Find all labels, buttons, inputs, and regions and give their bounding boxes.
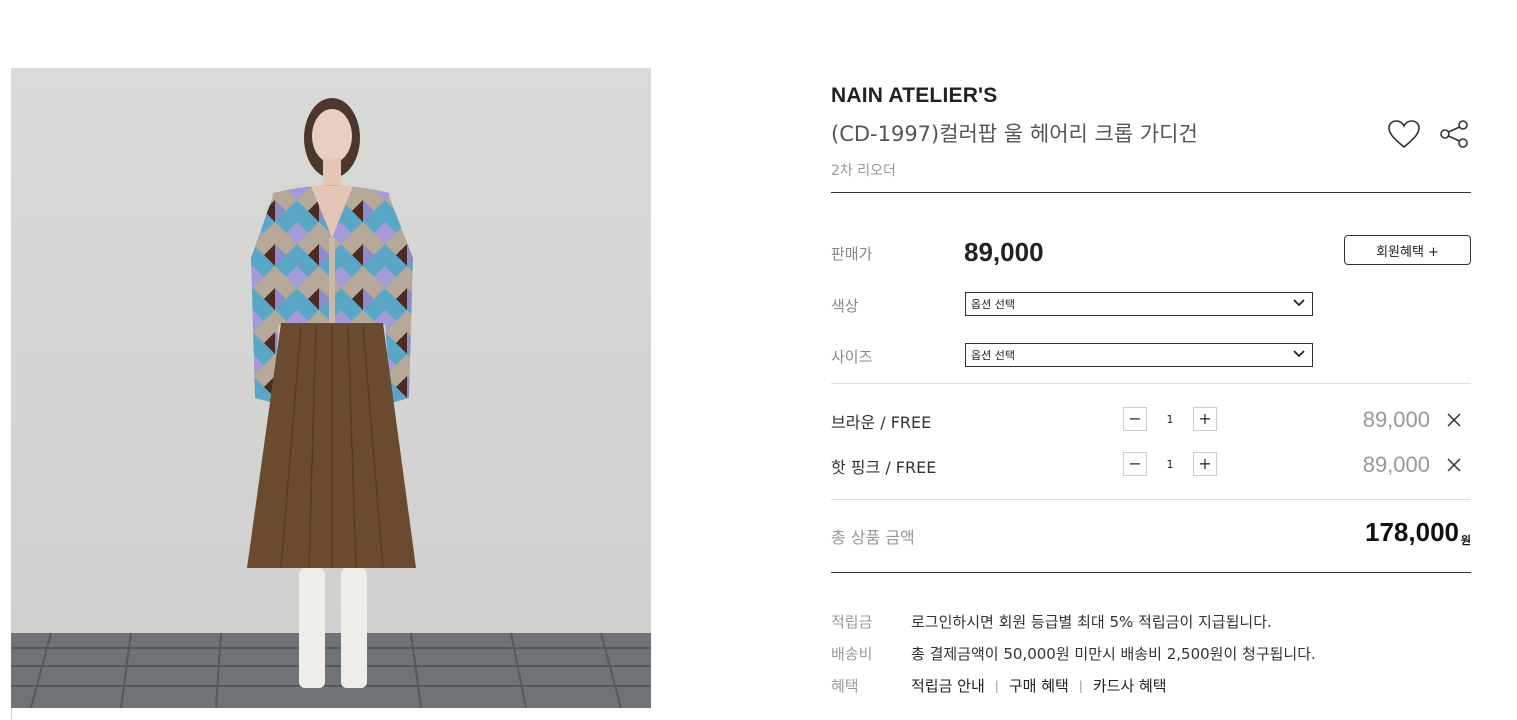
quantity-value[interactable]: 1: [1147, 413, 1193, 426]
size-select-value: 옵션 선택: [971, 349, 1015, 362]
total-label: 총 상품 금액: [831, 528, 915, 547]
quantity-value[interactable]: 1: [1147, 458, 1193, 471]
separator: |: [1078, 678, 1083, 693]
product-info-panel: NAIN ATELIER'S (CD-1997)컬러팝 울 헤어리 크롭 가디건…: [831, 80, 1471, 695]
selected-item-name: 브라운 / FREE: [831, 413, 932, 432]
purchase-benefit-link[interactable]: 구매 혜택: [1009, 675, 1069, 696]
size-label: 사이즈: [831, 348, 873, 366]
color-select[interactable]: 옵션 선택: [965, 292, 1313, 316]
points-guide-link[interactable]: 적립금 안내: [911, 675, 985, 696]
close-icon[interactable]: [1447, 412, 1461, 431]
total-unit: 원: [1460, 534, 1471, 547]
selected-item-price: 89,000: [1362, 452, 1430, 477]
member-benefit-button[interactable]: 회원혜택 +: [1344, 235, 1471, 265]
divider: [11, 708, 12, 720]
benefit-label: 혜택: [831, 677, 859, 695]
decrease-button[interactable]: −: [1123, 407, 1147, 431]
share-icon[interactable]: [1439, 118, 1471, 154]
divider: [831, 499, 1471, 500]
product-image: [11, 68, 651, 708]
price-value: 89,000: [964, 237, 1044, 267]
price-label: 판매가: [831, 245, 873, 263]
color-label: 색상: [831, 297, 859, 315]
card-benefit-link[interactable]: 카드사 혜택: [1093, 675, 1167, 696]
separator: |: [994, 678, 999, 693]
increase-button[interactable]: +: [1193, 452, 1217, 476]
product-title: (CD-1997)컬러팝 울 헤어리 크롭 가디건: [831, 122, 1198, 146]
product-subtitle: 2차 리오더: [831, 163, 896, 179]
divider: [831, 383, 1471, 384]
benefit-links: 적립금 안내 | 구매 혜택 | 카드사 혜택: [911, 675, 1167, 696]
size-select[interactable]: 옵션 선택: [965, 343, 1313, 367]
points-label: 적립금: [831, 613, 873, 631]
decrease-button[interactable]: −: [1123, 452, 1147, 476]
color-select-value: 옵션 선택: [971, 298, 1015, 311]
increase-button[interactable]: +: [1193, 407, 1217, 431]
selected-item-name: 핫 핑크 / FREE: [831, 458, 937, 477]
chevron-down-icon: [1292, 347, 1306, 364]
points-text: 로그인하시면 회원 등급별 최대 5% 적립금이 지급됩니다.: [911, 613, 1272, 631]
divider: [831, 192, 1471, 193]
heart-icon[interactable]: [1387, 119, 1421, 153]
close-icon[interactable]: [1447, 457, 1461, 476]
chevron-down-icon: [1292, 296, 1306, 313]
shipping-text: 총 결제금액이 50,000원 미만시 배송비 2,500원이 청구됩니다.: [911, 645, 1316, 663]
quantity-stepper: − 1 +: [1123, 452, 1217, 476]
quantity-stepper: − 1 +: [1123, 407, 1217, 431]
total-value: 178,000: [1365, 517, 1459, 547]
divider: [831, 572, 1471, 573]
product-actions: [1387, 118, 1471, 154]
selected-item-price: 89,000: [1362, 407, 1430, 432]
brand-name: NAIN ATELIER'S: [831, 84, 998, 107]
shipping-label: 배송비: [831, 645, 873, 663]
